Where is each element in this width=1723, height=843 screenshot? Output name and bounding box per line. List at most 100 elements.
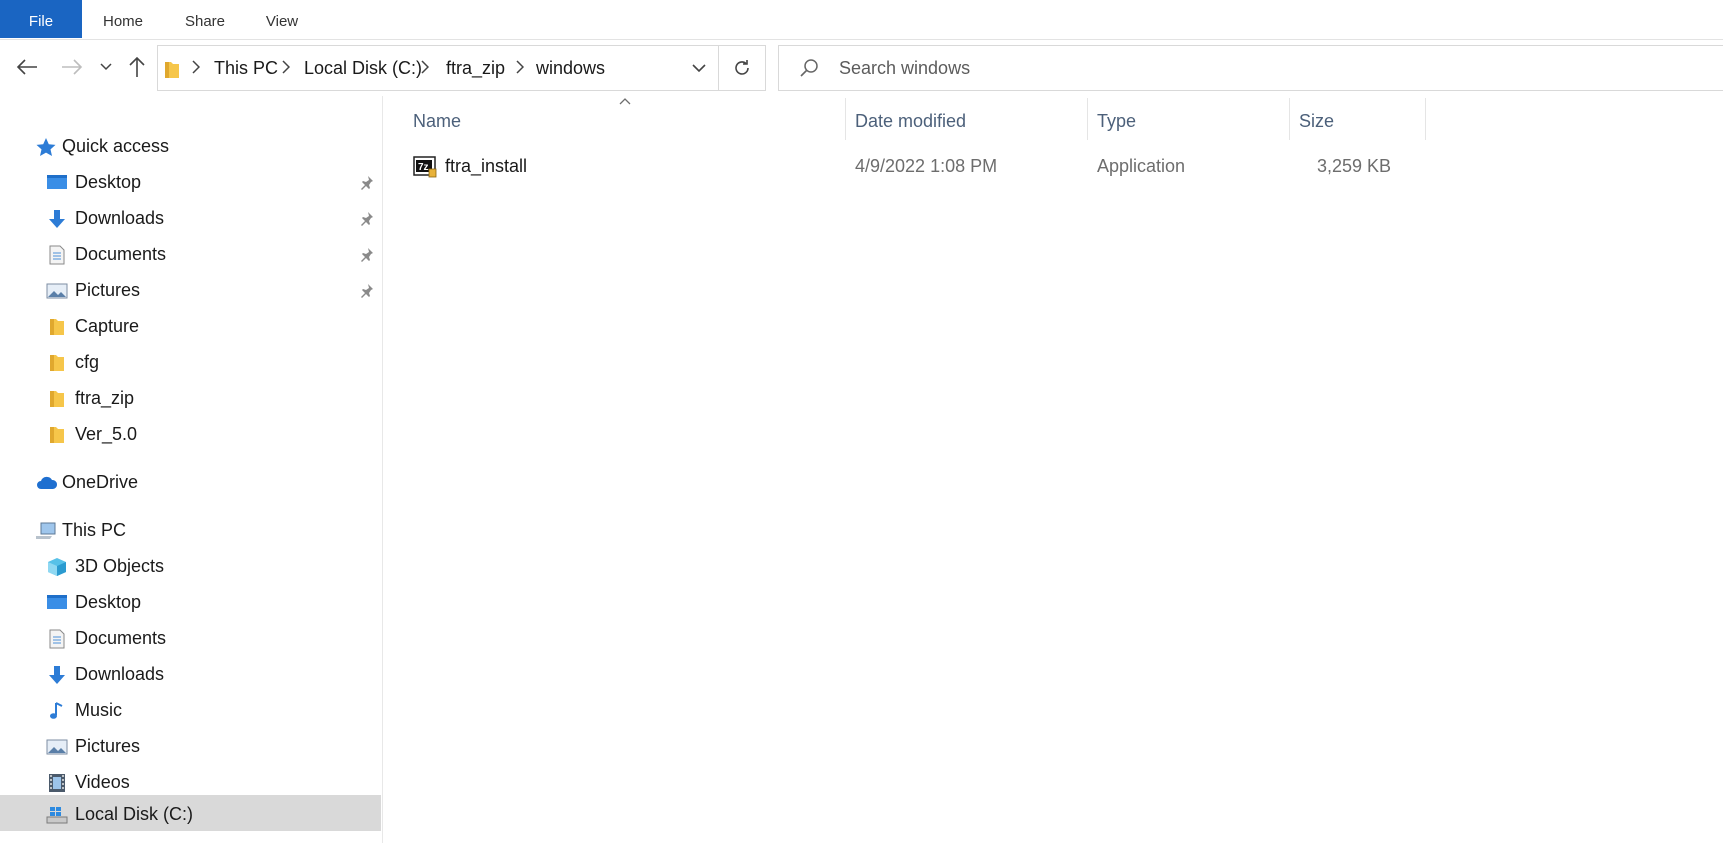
column-header-date-modified[interactable]: Date modified (855, 96, 966, 140)
documents-icon (49, 245, 65, 265)
sidebar-item-label: Pictures (75, 736, 141, 756)
sidebar-item-cfg[interactable]: cfg (0, 345, 381, 381)
file-name: ftra_install (445, 156, 528, 176)
sidebar-item-label: Desktop (75, 172, 142, 192)
pin-icon[interactable] (360, 175, 374, 191)
breadcrumb-windows[interactable]: windows (536, 58, 605, 79)
column-divider[interactable] (1087, 98, 1088, 140)
chevron-right-icon (421, 60, 429, 74)
star-icon (36, 138, 56, 156)
folder-icon (50, 427, 64, 443)
file-date-modified: 4/9/2022 1:08 PM (855, 156, 998, 176)
search-box[interactable] (778, 45, 1723, 91)
recent-locations-button[interactable] (89, 48, 123, 86)
7zip-application-icon: 7z (413, 156, 437, 178)
sidebar-item-ftra-zip[interactable]: ftra_zip (0, 381, 381, 417)
chevron-right-icon (516, 60, 524, 74)
sidebar-item-label: Documents (75, 244, 167, 264)
tab-share[interactable]: Share (172, 0, 238, 39)
sidebar-item-label: Desktop (75, 592, 142, 612)
file-size: 3,259 KB (1316, 156, 1391, 176)
tab-view[interactable]: View (252, 0, 312, 39)
sidebar-item-label: ftra_zip (75, 388, 135, 408)
documents-icon (49, 629, 65, 649)
column-header-size[interactable]: Size (1299, 96, 1334, 140)
sidebar-item-label: Ver_5.0 (75, 424, 138, 444)
sidebar-item-label: Quick access (62, 136, 170, 156)
arrow-left-icon (16, 59, 37, 75)
download-arrow-icon (49, 666, 65, 684)
sidebar-item-3d-objects[interactable]: 3D Objects (0, 549, 381, 585)
pin-icon[interactable] (360, 247, 374, 263)
sidebar-item-ver-5-0[interactable]: Ver_5.0 (0, 417, 381, 453)
search-input[interactable] (839, 46, 1439, 90)
column-divider[interactable] (845, 98, 846, 140)
sidebar-item-label: Pictures (75, 280, 141, 300)
folder-icon (50, 391, 64, 407)
navigation-pane: Quick access Desktop Downloads Documents… (0, 96, 382, 843)
address-dropdown-button[interactable] (678, 46, 720, 90)
navigation-bar: This PC Local Disk (C:) ftra_zip windows (0, 40, 1723, 96)
column-header-type[interactable]: Type (1097, 96, 1136, 140)
file-type: Application (1097, 156, 1186, 176)
pictures-icon (46, 739, 68, 755)
sidebar-item-pictures[interactable]: Pictures (0, 729, 381, 765)
ribbon: File Home Share View (0, 0, 1723, 40)
pin-icon[interactable] (360, 283, 374, 299)
back-button[interactable] (10, 48, 44, 86)
sidebar-item-desktop[interactable]: Desktop (0, 585, 381, 621)
sidebar-item-local-disk[interactable]: Local Disk (C:) (0, 795, 381, 831)
computer-icon (36, 522, 56, 539)
column-divider[interactable] (1425, 98, 1426, 140)
sidebar-item-this-pc[interactable]: This PC (0, 513, 381, 549)
sidebar-item-label: 3D Objects (75, 556, 165, 576)
breadcrumb-ftra-zip[interactable]: ftra_zip (446, 58, 505, 79)
breadcrumb-this-pc[interactable]: This PC (214, 58, 278, 79)
sidebar-item-label: cfg (75, 352, 100, 372)
sidebar-item-documents[interactable]: Documents (0, 237, 381, 273)
up-button[interactable] (120, 48, 154, 86)
folder-icon (50, 319, 64, 335)
sidebar-item-downloads[interactable]: Downloads (0, 657, 381, 693)
column-divider[interactable] (1289, 98, 1290, 140)
folder-icon (165, 62, 179, 78)
3d-objects-icon (48, 558, 66, 576)
sidebar-item-onedrive[interactable]: OneDrive (0, 465, 381, 501)
chevron-right-icon (192, 60, 200, 74)
refresh-button[interactable] (718, 45, 766, 91)
sidebar-item-capture[interactable]: Capture (0, 309, 381, 345)
sidebar-item-label: Downloads (75, 664, 165, 684)
sidebar-item-pictures[interactable]: Pictures (0, 273, 381, 309)
arrow-right-icon (62, 59, 83, 75)
sidebar-item-downloads[interactable]: Downloads (0, 201, 381, 237)
pin-icon[interactable] (360, 211, 374, 227)
local-disk-icon (46, 807, 68, 824)
table-row[interactable]: 7z ftra_install 4/9/2022 1:08 PM Applica… (383, 148, 1433, 184)
svg-text:7z: 7z (418, 162, 429, 173)
tab-file[interactable]: File (0, 0, 82, 38)
sidebar-item-label: Capture (75, 316, 140, 336)
sidebar-item-quick-access[interactable]: Quick access (0, 129, 381, 165)
sidebar-item-music[interactable]: Music (0, 693, 381, 729)
breadcrumb-local-disk[interactable]: Local Disk (C:) (304, 58, 422, 79)
sidebar-item-label: Videos (75, 772, 130, 792)
chevron-down-icon (692, 63, 706, 72)
chevron-down-icon (100, 63, 112, 71)
sidebar-item-documents[interactable]: Documents (0, 621, 381, 657)
sidebar-item-label: This PC (62, 520, 127, 540)
arrow-up-icon (129, 56, 145, 77)
forward-button[interactable] (55, 48, 89, 86)
desktop-icon (47, 595, 67, 609)
desktop-icon (47, 175, 67, 189)
sidebar-item-label: Music (75, 700, 123, 720)
address-bar[interactable]: This PC Local Disk (C:) ftra_zip windows (157, 45, 766, 91)
sidebar-item-label: Downloads (75, 208, 165, 228)
sidebar-item-desktop[interactable]: Desktop (0, 165, 381, 201)
refresh-icon (735, 60, 749, 75)
sidebar-item-label: Documents (75, 628, 167, 648)
search-icon (800, 59, 818, 77)
tab-home[interactable]: Home (88, 0, 158, 39)
column-header-name[interactable]: Name (413, 96, 461, 140)
file-list: Name Date modified Type Size 7z ftra_ins… (383, 96, 1723, 843)
cloud-icon (37, 476, 58, 489)
